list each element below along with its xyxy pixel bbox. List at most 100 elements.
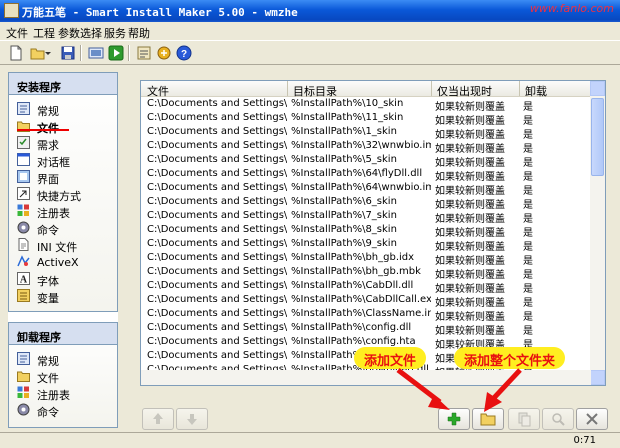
menu-preferences[interactable]: 参数选择 bbox=[58, 25, 102, 41]
sidebar: 安装程序 常规 文件 需求 对话框 界面 快捷方式 注册表 bbox=[8, 72, 118, 428]
sidebar-item-ini-files[interactable]: INI 文件 bbox=[9, 237, 117, 254]
scroll-down-arrow-icon[interactable] bbox=[590, 370, 605, 385]
cell-file: C:\Documents and Settings\Admin... bbox=[147, 224, 287, 235]
toolbar: ? bbox=[0, 40, 620, 65]
cell-file: C:\Documents and Settings\Admin... bbox=[147, 238, 287, 249]
title-bar: 万能五笔 - Smart Install Maker 5.00 - wmzhe … bbox=[0, 0, 620, 22]
menu-project[interactable]: 工程 bbox=[33, 25, 55, 41]
cell-target-dir: %InstallPath%\1_skin bbox=[291, 126, 397, 137]
sidebar-item-activex[interactable]: ActiveX bbox=[9, 254, 117, 271]
cell-file: C:\Documents and Settings\Admin... bbox=[147, 126, 287, 137]
ini-file-icon bbox=[18, 238, 29, 251]
cell-file: C:\Documents and Settings\Admin... bbox=[147, 308, 287, 319]
save-icon[interactable] bbox=[60, 45, 76, 61]
properties-icon[interactable] bbox=[136, 45, 152, 61]
cell-target-dir: %InstallPath%\config.hta bbox=[291, 336, 416, 347]
plus-icon bbox=[447, 412, 461, 426]
callout-add-folder: 添加整个文件夹 bbox=[454, 347, 566, 369]
search-icon bbox=[552, 413, 565, 426]
table-row[interactable]: C:\Documents and Settings\Admin... %Insta… bbox=[141, 111, 591, 127]
sidebar-item-requirements[interactable]: 需求 bbox=[9, 135, 117, 152]
cell-target-dir: %InstallPath%\64\wnwbio.ime bbox=[291, 182, 431, 193]
table-row[interactable]: C:\Documents and Settings\Admin... %Insta… bbox=[141, 251, 591, 267]
registry-icon bbox=[17, 204, 29, 216]
table-row[interactable]: C:\Documents and Settings\Admin... %Insta… bbox=[141, 209, 591, 225]
cell-target-dir: %InstallPath%\10_skin bbox=[291, 98, 404, 109]
table-row[interactable]: C:\Documents and Settings\Admin... %Insta… bbox=[141, 307, 591, 323]
variable-icon bbox=[17, 289, 30, 302]
shortcut-icon bbox=[17, 187, 30, 200]
table-row[interactable]: C:\Documents and Settings\Admin... %Insta… bbox=[141, 167, 591, 183]
sidebar-item-files[interactable]: 文件 bbox=[9, 118, 117, 135]
run-icon[interactable] bbox=[108, 45, 124, 61]
sidebar-item-variables[interactable]: 变量 bbox=[9, 288, 117, 305]
sidebar-item-dialogs[interactable]: 对话框 bbox=[9, 152, 117, 169]
file-list-view[interactable]: 文件 目标目录 仅当出现时 卸载 C:\Documents and Settin… bbox=[140, 80, 606, 386]
table-row[interactable]: C:\Documents and Settings\Admin... %Insta… bbox=[141, 181, 591, 197]
sidebar-item-commands[interactable]: 命令 bbox=[9, 220, 117, 237]
sidebar-item-fonts[interactable]: A 字体 bbox=[9, 271, 117, 288]
table-row[interactable]: C:\Documents and Settings\Admin... %Insta… bbox=[141, 125, 591, 141]
table-row[interactable]: C:\Documents and Settings\Admin... %Insta… bbox=[141, 139, 591, 155]
build-icon[interactable] bbox=[88, 45, 104, 61]
interface-icon bbox=[17, 170, 30, 183]
command-icon bbox=[17, 403, 30, 416]
install-panel: 安装程序 常规 文件 需求 对话框 界面 快捷方式 注册表 bbox=[8, 72, 118, 312]
delete-button[interactable] bbox=[576, 408, 608, 430]
cell-file: C:\Documents and Settings\Admin... bbox=[147, 252, 287, 263]
table-row[interactable]: C:\Documents and Settings\Admin... %Insta… bbox=[141, 265, 591, 281]
scroll-up-arrow-icon[interactable] bbox=[590, 81, 605, 96]
sidebar-item-registry[interactable]: 注册表 bbox=[9, 203, 117, 220]
font-icon: A bbox=[17, 272, 30, 285]
cell-target-dir: %InstallPath%\9_skin bbox=[291, 238, 397, 249]
table-row[interactable]: C:\Documents and Settings\Admin... %Insta… bbox=[141, 293, 591, 309]
svg-text:A: A bbox=[20, 275, 28, 286]
menu-service[interactable]: 服务 bbox=[104, 25, 126, 41]
uninstall-item-general[interactable]: 常规 bbox=[9, 351, 117, 368]
cell-target-dir: %InstallPath%\11_skin bbox=[291, 112, 404, 123]
svg-text:?: ? bbox=[181, 49, 187, 60]
watermark-text: www.fanlo.com bbox=[529, 2, 614, 15]
update-icon[interactable] bbox=[156, 45, 172, 61]
uninstall-item-commands[interactable]: 命令 bbox=[9, 402, 117, 419]
menu-help[interactable]: 帮助 bbox=[128, 25, 150, 41]
general-icon bbox=[17, 352, 30, 365]
copy-button[interactable] bbox=[508, 408, 540, 430]
sidebar-item-general[interactable]: 常规 bbox=[9, 101, 117, 118]
cell-target-dir: %InstallPath%\ClassName.ini bbox=[291, 308, 431, 319]
status-bar: 0:71 bbox=[0, 432, 620, 448]
uninstall-item-files[interactable]: 文件 bbox=[9, 368, 117, 385]
add-folder-button[interactable] bbox=[472, 408, 504, 430]
move-down-button[interactable] bbox=[176, 408, 208, 430]
add-file-button[interactable] bbox=[438, 408, 470, 430]
new-file-icon[interactable] bbox=[8, 45, 24, 61]
sidebar-item-shortcuts[interactable]: 快捷方式 bbox=[9, 186, 117, 203]
cell-file: C:\Documents and Settings\Admin... bbox=[147, 266, 287, 277]
table-row[interactable]: C:\Documents and Settings\Admin... %Insta… bbox=[141, 279, 591, 295]
help-icon[interactable]: ? bbox=[176, 45, 192, 61]
search-button[interactable] bbox=[542, 408, 574, 430]
scroll-thumb[interactable] bbox=[591, 98, 604, 176]
uninstall-panel-title: 卸载程序 bbox=[9, 323, 117, 345]
vertical-scrollbar[interactable] bbox=[590, 81, 605, 385]
cell-file: C:\Documents and Settings\Admin... bbox=[147, 210, 287, 221]
activex-icon bbox=[17, 255, 30, 267]
cell-file: C:\Documents and Settings\Admin... bbox=[147, 154, 287, 165]
table-row[interactable]: C:\Documents and Settings\Admin... %Insta… bbox=[141, 237, 591, 253]
cell-file: C:\Documents and Settings\Admin... bbox=[147, 336, 287, 347]
horizontal-scrollbar[interactable] bbox=[141, 370, 591, 385]
uninstall-panel: 卸载程序 常规 文件 注册表 命令 bbox=[8, 322, 118, 428]
move-up-button[interactable] bbox=[142, 408, 174, 430]
cell-file: C:\Documents and Settings\Admin... bbox=[147, 350, 287, 361]
menu-file[interactable]: 文件 bbox=[6, 25, 28, 41]
install-panel-title: 安装程序 bbox=[9, 73, 117, 95]
uninstall-item-registry[interactable]: 注册表 bbox=[9, 385, 117, 402]
table-row[interactable]: C:\Documents and Settings\Admin... %Insta… bbox=[141, 195, 591, 211]
chevron-down-icon[interactable] bbox=[44, 45, 52, 61]
table-row[interactable]: C:\Documents and Settings\Admin... %Insta… bbox=[141, 321, 591, 337]
table-row[interactable]: C:\Documents and Settings\Admin... %Insta… bbox=[141, 223, 591, 239]
table-row[interactable]: C:\Documents and Settings\Admin... %Insta… bbox=[141, 153, 591, 169]
cell-target-dir: %InstallPath%\32\wnwbio.ime bbox=[291, 140, 431, 151]
sidebar-item-interface[interactable]: 界面 bbox=[9, 169, 117, 186]
table-row[interactable]: C:\Documents and Settings\Admin... %Insta… bbox=[141, 97, 591, 113]
